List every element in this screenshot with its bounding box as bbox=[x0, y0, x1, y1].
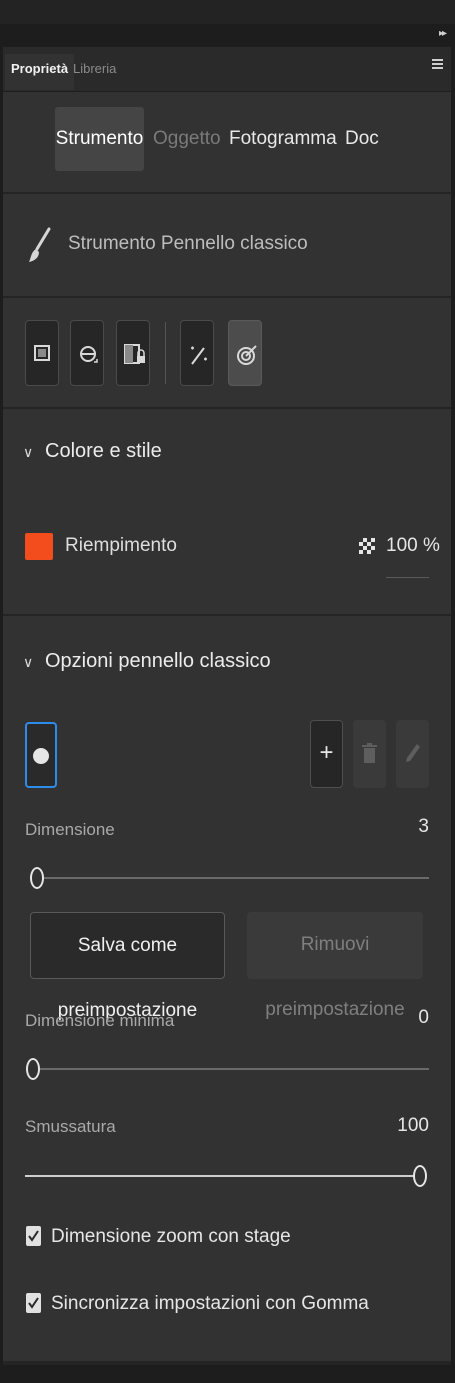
pressure-button[interactable] bbox=[180, 320, 214, 386]
dimension-slider-track[interactable] bbox=[33, 877, 429, 879]
chevron-down-icon: ∨ bbox=[23, 654, 34, 670]
tool-name: Strumento Pennello classico bbox=[68, 233, 308, 254]
pencil-icon bbox=[406, 744, 420, 762]
section-brush-options[interactable]: ∨ Opzioni pennello classico bbox=[23, 650, 271, 673]
divider bbox=[3, 1361, 451, 1365]
sync-eraser-checkbox[interactable] bbox=[26, 1293, 41, 1313]
section-title-text: Colore e stile bbox=[45, 440, 162, 462]
smoothing-value[interactable]: 100 bbox=[397, 1115, 429, 1137]
checkmark-icon bbox=[28, 1297, 39, 1309]
dimension-label: Dimensione bbox=[25, 820, 115, 839]
tab-properties[interactable]: Proprietà bbox=[5, 54, 75, 90]
remove-preset-button[interactable]: Rimuovi preimpostazione bbox=[247, 912, 423, 1020]
min-dimension-value[interactable]: 0 bbox=[418, 1007, 429, 1029]
min-dimension-slider-thumb[interactable] bbox=[26, 1058, 40, 1080]
section-title-text: Opzioni pennello classico bbox=[45, 650, 271, 672]
dimension-slider-thumb[interactable] bbox=[30, 867, 44, 889]
smoothing-mode-button[interactable] bbox=[70, 320, 104, 386]
alpha-value-field[interactable]: 100 % bbox=[386, 535, 440, 557]
object-drawing-button[interactable] bbox=[25, 320, 59, 386]
segment-tool[interactable]: Strumento bbox=[55, 107, 144, 171]
brush-icon bbox=[29, 227, 51, 262]
checkerboard-alpha-icon bbox=[359, 538, 375, 554]
save-preset-button[interactable]: Salva come preimpostazione bbox=[30, 912, 225, 1021]
add-preset-button[interactable]: + bbox=[310, 720, 343, 788]
divider bbox=[3, 296, 451, 298]
sync-eraser-label[interactable]: Sincronizza impostazioni con Gomma bbox=[51, 1293, 369, 1315]
min-dimension-label: Dimensione minima bbox=[25, 1011, 175, 1030]
segment-doc[interactable]: Doc bbox=[345, 107, 379, 171]
object-drawing-icon bbox=[34, 345, 50, 361]
brush-tip-icon bbox=[33, 748, 49, 764]
divider bbox=[3, 192, 451, 194]
tab-library[interactable]: Libreria bbox=[67, 54, 122, 90]
segment-object[interactable]: Oggetto bbox=[153, 107, 221, 171]
section-color-style[interactable]: ∨ Colore e stile bbox=[23, 440, 162, 463]
segment-frame[interactable]: Fotogramma bbox=[229, 107, 337, 171]
smoothing-slider-thumb[interactable] bbox=[413, 1165, 427, 1187]
dimension-value[interactable]: 3 bbox=[418, 816, 429, 838]
fill-label: Riempimento bbox=[65, 535, 177, 556]
divider bbox=[3, 407, 451, 409]
window-top-strip bbox=[0, 0, 455, 24]
panel-tab-bar: Proprietà Libreria bbox=[3, 47, 451, 92]
brush-preset-selector[interactable] bbox=[25, 722, 57, 788]
tilt-button[interactable] bbox=[228, 320, 262, 386]
edit-preset-button[interactable] bbox=[396, 720, 429, 788]
lock-fill-button[interactable] bbox=[116, 320, 150, 386]
trash-icon bbox=[362, 743, 377, 763]
panel-menu-icon[interactable] bbox=[432, 59, 443, 71]
magic-pressure-icon bbox=[191, 346, 207, 365]
properties-panel: Proprietà Libreria Strumento Oggetto Fot… bbox=[3, 47, 451, 1365]
delete-preset-button[interactable] bbox=[353, 720, 386, 788]
divider bbox=[3, 614, 451, 616]
min-dimension-slider-track[interactable] bbox=[29, 1068, 429, 1070]
lock-fill-icon bbox=[124, 344, 145, 364]
zoom-size-label[interactable]: Dimensione zoom con stage bbox=[51, 1226, 291, 1248]
checkmark-icon bbox=[28, 1230, 39, 1242]
smoothing-mode-icon bbox=[80, 346, 98, 363]
zoom-size-checkbox[interactable] bbox=[26, 1226, 41, 1246]
smoothing-slider-fill[interactable] bbox=[25, 1175, 415, 1177]
smoothing-label: Smussatura bbox=[25, 1117, 116, 1136]
plus-icon: + bbox=[319, 739, 334, 766]
alpha-underline bbox=[386, 577, 429, 578]
tilt-target-icon bbox=[237, 345, 257, 365]
fill-color-swatch[interactable] bbox=[25, 533, 53, 560]
chevron-down-icon: ∨ bbox=[23, 444, 34, 460]
collapse-panel-icon[interactable]: ▸▸ bbox=[439, 28, 447, 39]
toolbar-separator bbox=[165, 322, 166, 384]
